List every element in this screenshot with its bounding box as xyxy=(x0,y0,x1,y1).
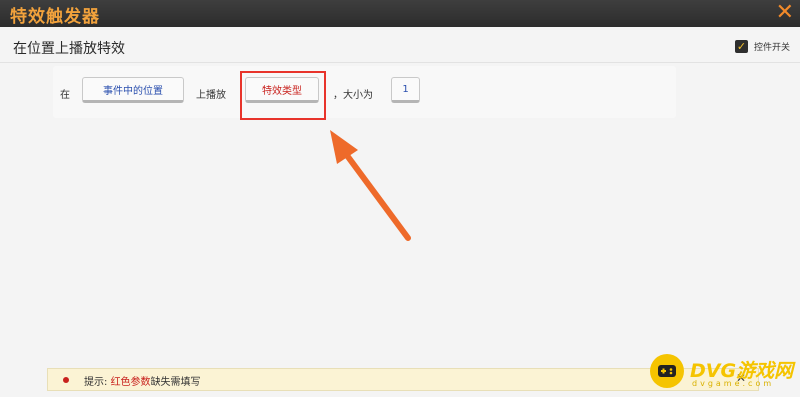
annotation-arrow-icon xyxy=(330,130,411,241)
tip-prefix: 提示: xyxy=(84,377,111,388)
tip-suffix: 缺失需填写 xyxy=(150,377,201,388)
tip-text: 提示: 红色参数缺失需填写 xyxy=(84,373,201,388)
gamepad-icon xyxy=(650,354,684,388)
tip-highlight: 红色参数 xyxy=(110,377,151,388)
watermark-logo: DVG游戏网 dvgame.com xyxy=(646,350,796,392)
warning-dot-icon xyxy=(63,377,69,383)
watermark-url: dvgame.com xyxy=(692,379,775,388)
